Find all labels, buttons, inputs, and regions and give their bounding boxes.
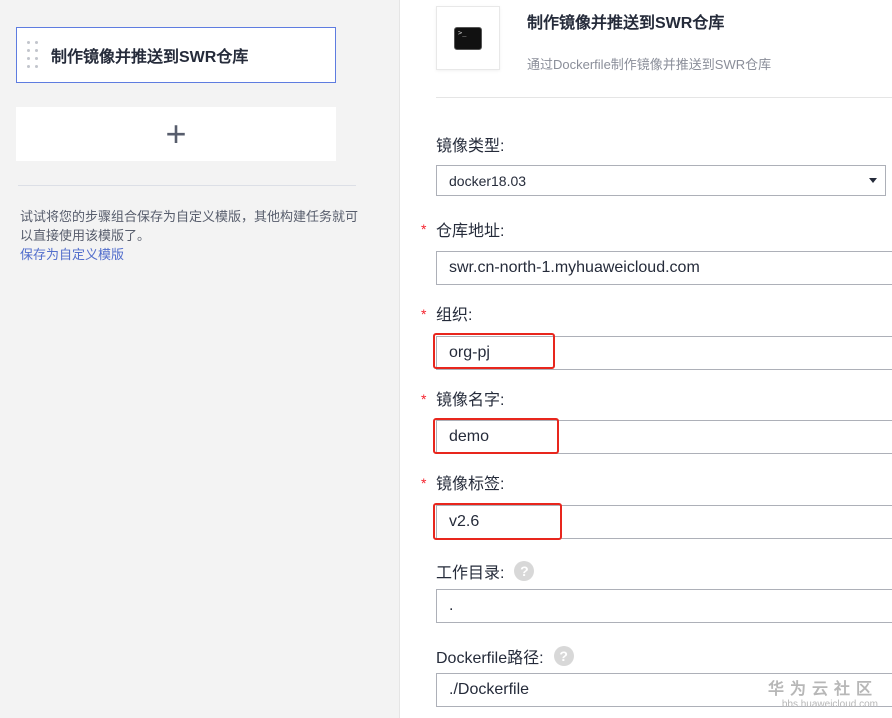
workdir-label-text: 工作目录:: [436, 565, 505, 582]
watermark-sub: bbs.huaweicloud.com: [781, 699, 878, 710]
header-divider: [436, 97, 892, 98]
required-mark: *: [421, 475, 427, 491]
terminal-icon: [454, 26, 482, 50]
step-header-description: 通过Dockerfile制作镜像并推送到SWR仓库: [527, 57, 772, 72]
step-config-panel: 制作镜像并推送到SWR仓库 通过Dockerfile制作镜像并推送到SWR仓库 …: [401, 0, 892, 718]
repo-label: 仓库地址:: [436, 223, 505, 240]
image-name-label: 镜像名字:: [436, 392, 505, 409]
help-icon[interactable]: ?: [553, 646, 574, 666]
add-step-button[interactable]: +: [16, 107, 336, 161]
workdir-value: .: [449, 597, 454, 614]
highlight-box: [433, 503, 562, 540]
watermark-logo: 华为云社区 bbs.huaweicloud.com: [768, 675, 878, 710]
image-tag-label: 镜像标签:: [436, 476, 505, 493]
help-icon[interactable]: ?: [514, 561, 535, 581]
divider: [18, 185, 356, 186]
watermark-main: 华为云社区: [767, 681, 878, 698]
org-label: 组织:: [436, 307, 473, 324]
dockerfile-label-text: Dockerfile路径:: [436, 650, 544, 667]
save-template-link[interactable]: 保存为自定义模版: [20, 245, 360, 264]
caret-down-icon: [869, 178, 877, 183]
workdir-input[interactable]: .: [436, 589, 892, 623]
plus-icon: +: [165, 113, 187, 154]
workdir-label: 工作目录: ?: [436, 559, 535, 583]
image-type-label: 镜像类型:: [436, 138, 505, 155]
dockerfile-label: Dockerfile路径: ?: [436, 644, 574, 668]
repo-input[interactable]: swr.cn-north-1.myhuaweicloud.com: [436, 251, 892, 285]
drag-handle-icon[interactable]: [27, 41, 43, 69]
highlight-box: [433, 333, 555, 369]
left-panel: 制作镜像并推送到SWR仓库 + 试试将您的步骤组合保存为自定义模版，其他构建任务…: [0, 0, 400, 718]
highlight-box: [433, 418, 559, 454]
required-mark: *: [421, 391, 427, 407]
image-type-value: docker18.03: [449, 172, 527, 189]
required-mark: *: [421, 306, 427, 322]
step-card[interactable]: 制作镜像并推送到SWR仓库: [16, 27, 336, 83]
hint-text: 试试将您的步骤组合保存为自定义模版，其他构建任务就可以直接使用该模版了。: [20, 209, 359, 243]
template-hint: 试试将您的步骤组合保存为自定义模版，其他构建任务就可以直接使用该模版了。 保存为…: [20, 207, 360, 264]
image-type-select[interactable]: docker18.03: [436, 165, 886, 196]
required-mark: *: [421, 221, 427, 237]
step-icon-box: [436, 6, 500, 70]
repo-value: swr.cn-north-1.myhuaweicloud.com: [449, 259, 700, 276]
dockerfile-value: ./Dockerfile: [449, 681, 530, 698]
step-header-title: 制作镜像并推送到SWR仓库: [527, 15, 725, 32]
step-title: 制作镜像并推送到SWR仓库: [51, 49, 249, 66]
